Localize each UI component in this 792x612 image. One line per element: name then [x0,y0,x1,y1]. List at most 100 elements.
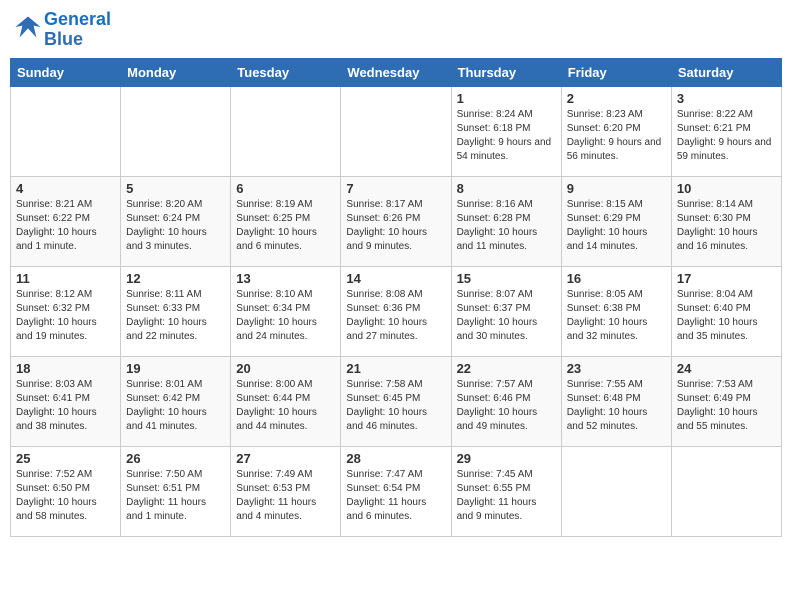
weekday-header-saturday: Saturday [671,58,781,86]
logo-bird-icon [14,13,42,41]
day-number: 25 [16,451,115,466]
weekday-header-monday: Monday [121,58,231,86]
day-number: 10 [677,181,776,196]
calendar-cell: 17 Sunrise: 8:04 AM Sunset: 6:40 PM Dayli… [671,266,781,356]
logo-text-line1: General [44,10,111,30]
day-info: Sunrise: 7:52 AM Sunset: 6:50 PM Dayligh… [16,468,115,524]
calendar-cell: 6 Sunrise: 8:19 AM Sunset: 6:25 PM Daylig… [231,176,341,266]
calendar-cell: 19 Sunrise: 8:01 AM Sunset: 6:42 PM Dayli… [121,356,231,446]
day-info: Sunrise: 8:01 AM Sunset: 6:42 PM Dayligh… [126,378,225,434]
calendar-cell [561,446,671,536]
day-number: 29 [457,451,556,466]
day-info: Sunrise: 8:21 AM Sunset: 6:22 PM Dayligh… [16,198,115,254]
calendar-cell: 9 Sunrise: 8:15 AM Sunset: 6:29 PM Daylig… [561,176,671,266]
week-row-3: 11 Sunrise: 8:12 AM Sunset: 6:32 PM Dayli… [11,266,782,356]
day-info: Sunrise: 7:49 AM Sunset: 6:53 PM Dayligh… [236,468,335,524]
calendar-cell: 1 Sunrise: 8:24 AM Sunset: 6:18 PM Daylig… [451,86,561,176]
calendar-cell: 23 Sunrise: 7:55 AM Sunset: 6:48 PM Dayli… [561,356,671,446]
day-info: Sunrise: 8:15 AM Sunset: 6:29 PM Dayligh… [567,198,666,254]
calendar-cell [121,86,231,176]
day-number: 23 [567,361,666,376]
day-info: Sunrise: 8:14 AM Sunset: 6:30 PM Dayligh… [677,198,776,254]
calendar-cell: 10 Sunrise: 8:14 AM Sunset: 6:30 PM Dayli… [671,176,781,266]
calendar-cell [671,446,781,536]
week-row-5: 25 Sunrise: 7:52 AM Sunset: 6:50 PM Dayli… [11,446,782,536]
day-info: Sunrise: 7:57 AM Sunset: 6:46 PM Dayligh… [457,378,556,434]
day-info: Sunrise: 8:19 AM Sunset: 6:25 PM Dayligh… [236,198,335,254]
page-header: General Blue [10,10,782,50]
day-info: Sunrise: 7:55 AM Sunset: 6:48 PM Dayligh… [567,378,666,434]
day-info: Sunrise: 7:50 AM Sunset: 6:51 PM Dayligh… [126,468,225,524]
calendar-cell [231,86,341,176]
calendar-cell: 27 Sunrise: 7:49 AM Sunset: 6:53 PM Dayli… [231,446,341,536]
day-number: 12 [126,271,225,286]
calendar-cell: 3 Sunrise: 8:22 AM Sunset: 6:21 PM Daylig… [671,86,781,176]
day-info: Sunrise: 8:23 AM Sunset: 6:20 PM Dayligh… [567,108,666,164]
day-info: Sunrise: 8:22 AM Sunset: 6:21 PM Dayligh… [677,108,776,164]
day-number: 18 [16,361,115,376]
weekday-header-row: SundayMondayTuesdayWednesdayThursdayFrid… [11,58,782,86]
calendar-cell: 14 Sunrise: 8:08 AM Sunset: 6:36 PM Dayli… [341,266,451,356]
day-number: 15 [457,271,556,286]
week-row-4: 18 Sunrise: 8:03 AM Sunset: 6:41 PM Dayli… [11,356,782,446]
day-number: 1 [457,91,556,106]
calendar-cell: 24Sunrise: 7:53 AM Sunset: 6:49 PM Dayli… [671,356,781,446]
weekday-header-sunday: Sunday [11,58,121,86]
day-info: Sunrise: 8:24 AM Sunset: 6:18 PM Dayligh… [457,108,556,164]
day-number: 6 [236,181,335,196]
weekday-header-thursday: Thursday [451,58,561,86]
day-info: Sunrise: 8:16 AM Sunset: 6:28 PM Dayligh… [457,198,556,254]
day-number: 16 [567,271,666,286]
calendar-cell: 4 Sunrise: 8:21 AM Sunset: 6:22 PM Daylig… [11,176,121,266]
day-info: Sunrise: 7:47 AM Sunset: 6:54 PM Dayligh… [346,468,445,524]
day-info: Sunrise: 8:12 AM Sunset: 6:32 PM Dayligh… [16,288,115,344]
day-number: 8 [457,181,556,196]
calendar-cell: 18 Sunrise: 8:03 AM Sunset: 6:41 PM Dayli… [11,356,121,446]
day-number: 21 [346,361,445,376]
day-info: Sunrise: 8:04 AM Sunset: 6:40 PM Dayligh… [677,288,776,344]
day-info: Sunrise: 8:03 AM Sunset: 6:41 PM Dayligh… [16,378,115,434]
calendar-cell: 20 Sunrise: 8:00 AM Sunset: 6:44 PM Dayli… [231,356,341,446]
logo-text-line2: Blue [44,30,111,50]
calendar-cell: 16 Sunrise: 8:05 AM Sunset: 6:38 PM Dayli… [561,266,671,356]
weekday-header-wednesday: Wednesday [341,58,451,86]
day-number: 4 [16,181,115,196]
calendar-cell: 28 Sunrise: 7:47 AM Sunset: 6:54 PM Dayli… [341,446,451,536]
calendar-cell: 21 Sunrise: 7:58 AM Sunset: 6:45 PM Dayli… [341,356,451,446]
day-info: Sunrise: 7:45 AM Sunset: 6:55 PM Dayligh… [457,468,556,524]
day-info: Sunrise: 8:07 AM Sunset: 6:37 PM Dayligh… [457,288,556,344]
week-row-2: 4 Sunrise: 8:21 AM Sunset: 6:22 PM Daylig… [11,176,782,266]
calendar-cell: 26Sunrise: 7:50 AM Sunset: 6:51 PM Dayli… [121,446,231,536]
calendar-cell: 7 Sunrise: 8:17 AM Sunset: 6:26 PM Daylig… [341,176,451,266]
calendar-cell [341,86,451,176]
calendar-cell [11,86,121,176]
day-number: 28 [346,451,445,466]
day-info: Sunrise: 8:00 AM Sunset: 6:44 PM Dayligh… [236,378,335,434]
calendar-cell: 13Sunrise: 8:10 AM Sunset: 6:34 PM Dayli… [231,266,341,356]
day-number: 27 [236,451,335,466]
day-number: 7 [346,181,445,196]
day-info: Sunrise: 8:20 AM Sunset: 6:24 PM Dayligh… [126,198,225,254]
day-number: 19 [126,361,225,376]
day-number: 17 [677,271,776,286]
calendar-cell: 12 Sunrise: 8:11 AM Sunset: 6:33 PM Dayli… [121,266,231,356]
day-info: Sunrise: 7:58 AM Sunset: 6:45 PM Dayligh… [346,378,445,434]
day-number: 24 [677,361,776,376]
calendar-cell: 8 Sunrise: 8:16 AM Sunset: 6:28 PM Daylig… [451,176,561,266]
calendar-table: SundayMondayTuesdayWednesdayThursdayFrid… [10,58,782,537]
calendar-cell: 29 Sunrise: 7:45 AM Sunset: 6:55 PM Dayli… [451,446,561,536]
day-number: 13 [236,271,335,286]
day-number: 14 [346,271,445,286]
weekday-header-friday: Friday [561,58,671,86]
day-info: Sunrise: 8:17 AM Sunset: 6:26 PM Dayligh… [346,198,445,254]
calendar-cell: 11 Sunrise: 8:12 AM Sunset: 6:32 PM Dayli… [11,266,121,356]
day-info: Sunrise: 8:05 AM Sunset: 6:38 PM Dayligh… [567,288,666,344]
calendar-cell: 22Sunrise: 7:57 AM Sunset: 6:46 PM Dayli… [451,356,561,446]
day-number: 9 [567,181,666,196]
day-number: 3 [677,91,776,106]
day-info: Sunrise: 8:11 AM Sunset: 6:33 PM Dayligh… [126,288,225,344]
day-number: 20 [236,361,335,376]
day-number: 11 [16,271,115,286]
calendar-cell: 5Sunrise: 8:20 AM Sunset: 6:24 PM Daylig… [121,176,231,266]
day-info: Sunrise: 8:08 AM Sunset: 6:36 PM Dayligh… [346,288,445,344]
